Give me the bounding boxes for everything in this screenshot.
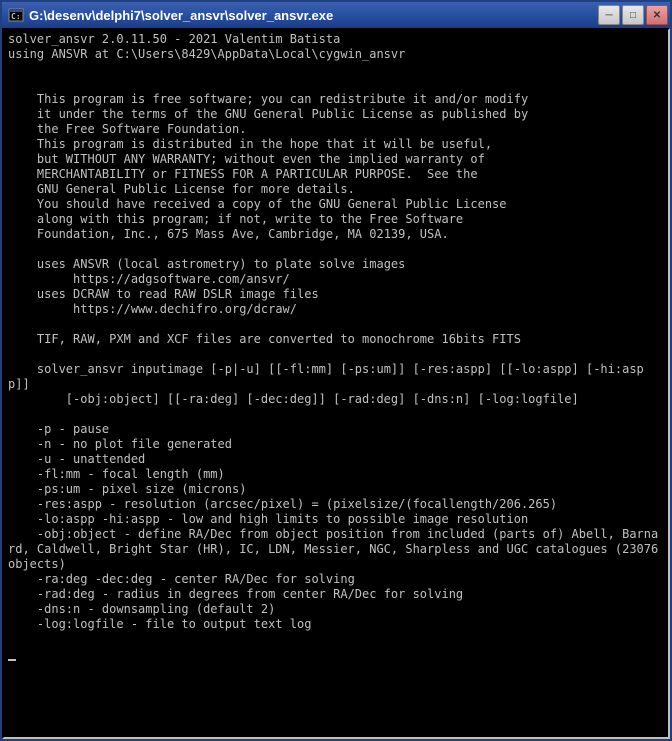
console-line: -lo:aspp -hi:aspp - low and high limits … xyxy=(8,512,664,527)
console-line: -res:aspp - resolution (arcsec/pixel) = … xyxy=(8,497,664,512)
close-icon: ✕ xyxy=(653,10,661,21)
console-line: GNU General Public License for more deta… xyxy=(8,182,664,197)
console-window: C: G:\desenv\delphi7\solver_ansvr\solver… xyxy=(0,0,672,741)
maximize-icon: □ xyxy=(630,10,636,21)
window-title: G:\desenv\delphi7\solver_ansvr\solver_an… xyxy=(29,8,598,23)
maximize-button[interactable]: □ xyxy=(622,5,644,25)
minimize-button[interactable]: ─ xyxy=(598,5,620,25)
console-output: solver_ansvr 2.0.11.50 - 2021 Valentim B… xyxy=(2,28,670,739)
svg-text:C:: C: xyxy=(11,12,21,21)
console-line: uses DCRAW to read RAW DSLR image files xyxy=(8,287,664,302)
titlebar[interactable]: C: G:\desenv\delphi7\solver_ansvr\solver… xyxy=(2,2,670,28)
console-line: the Free Software Foundation. xyxy=(8,122,664,137)
console-line xyxy=(8,407,664,422)
console-line: along with this program; if not, write t… xyxy=(8,212,664,227)
console-line: -log:logfile - file to output text log xyxy=(8,617,664,632)
console-line xyxy=(8,317,664,332)
console-line: You should have received a copy of the G… xyxy=(8,197,664,212)
console-line: Foundation, Inc., 675 Mass Ave, Cambridg… xyxy=(8,227,664,242)
console-line: [-obj:object] [[-ra:deg] [-dec:deg]] [-r… xyxy=(8,392,664,407)
console-line: -obj:object - define RA/Dec from object … xyxy=(8,527,664,572)
console-line: https://adgsoftware.com/ansvr/ xyxy=(8,272,664,287)
console-line: uses ANSVR (local astrometry) to plate s… xyxy=(8,257,664,272)
console-line: -ps:um - pixel size (microns) xyxy=(8,482,664,497)
console-line: https://www.dechifro.org/dcraw/ xyxy=(8,302,664,317)
console-line: using ANSVR at C:\Users\8429\AppData\Loc… xyxy=(8,47,664,62)
console-line: but WITHOUT ANY WARRANTY; without even t… xyxy=(8,152,664,167)
console-line: solver_ansvr inputimage [-p|-u] [[-fl:mm… xyxy=(8,362,664,392)
console-line: -rad:deg - radius in degrees from center… xyxy=(8,587,664,602)
console-line xyxy=(8,242,664,257)
console-line xyxy=(8,77,664,92)
console-line: This program is free software; you can r… xyxy=(8,92,664,107)
console-line: TIF, RAW, PXM and XCF files are converte… xyxy=(8,332,664,347)
minimize-icon: ─ xyxy=(605,10,612,21)
console-line: it under the terms of the GNU General Pu… xyxy=(8,107,664,122)
console-line xyxy=(8,62,664,77)
cursor xyxy=(8,659,16,661)
console-line: -dns:n - downsampling (default 2) xyxy=(8,602,664,617)
console-line: -ra:deg -dec:deg - center RA/Dec for sol… xyxy=(8,572,664,587)
console-line: -u - unattended xyxy=(8,452,664,467)
console-line: MERCHANTABILITY or FITNESS FOR A PARTICU… xyxy=(8,167,664,182)
console-line: solver_ansvr 2.0.11.50 - 2021 Valentim B… xyxy=(8,32,664,47)
console-line xyxy=(8,632,664,647)
console-line: -n - no plot file generated xyxy=(8,437,664,452)
console-line: -fl:mm - focal length (mm) xyxy=(8,467,664,482)
titlebar-buttons: ─ □ ✕ xyxy=(598,5,668,25)
console-line: This program is distributed in the hope … xyxy=(8,137,664,152)
console-line xyxy=(8,347,664,362)
app-icon: C: xyxy=(8,7,24,23)
console-line: -p - pause xyxy=(8,422,664,437)
close-button[interactable]: ✕ xyxy=(646,5,668,25)
